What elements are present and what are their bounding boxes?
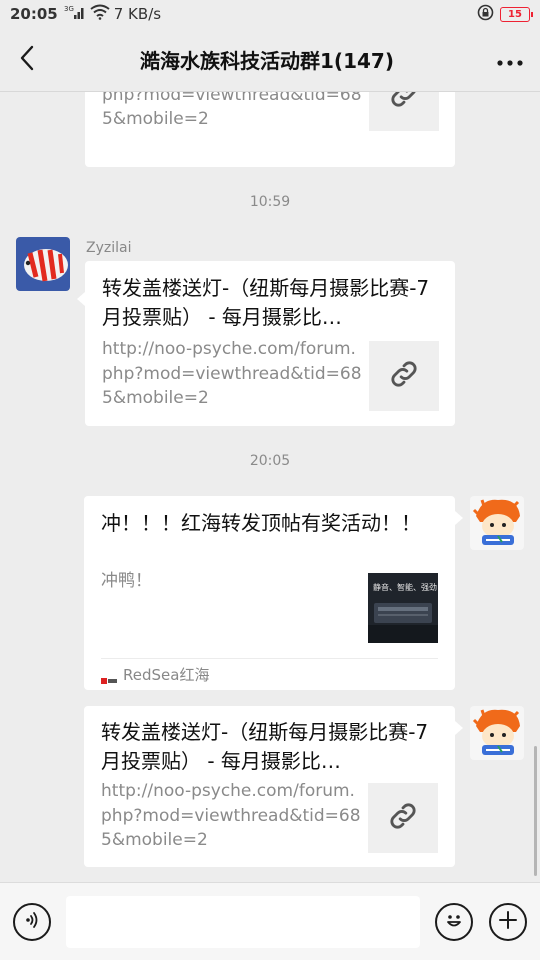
link-title: 转发盖楼送灯-（纽斯每月摄影比赛-7月投票贴） - 每月摄影比…	[102, 276, 430, 329]
link-card[interactable]: 转发盖楼送灯-（纽斯每月摄影比赛-7月投票贴） - 每月摄影比… http://…	[85, 261, 455, 426]
article-source: RedSea红海	[101, 658, 438, 690]
link-card[interactable]: http://noo-psyche.com/forum.php?mod=view…	[85, 92, 455, 167]
link-thumbnail	[368, 783, 438, 853]
signal-icon: 3G	[64, 4, 86, 24]
link-thumbnail	[369, 341, 439, 411]
link-url: http://noo-psyche.com/forum.php?mod=view…	[102, 339, 362, 408]
chevron-left-icon	[19, 45, 35, 75]
status-time: 20:05	[10, 5, 58, 23]
thumbnail-caption: 静音、智能、强劲	[373, 582, 437, 592]
bubble-tail	[455, 721, 463, 735]
article-card[interactable]: 冲！！！红海转发顶帖有奖活动！！ 冲鸭！ 静音、智能、强劲 RedSea红海	[84, 496, 455, 690]
more-button[interactable]	[480, 28, 540, 92]
svg-text:3G: 3G	[64, 5, 74, 13]
scrollbar[interactable]	[534, 746, 537, 876]
status-bar: 20:05 3G 7 KB/s 15	[0, 0, 540, 28]
battery-level: 15	[508, 8, 522, 20]
avatar[interactable]	[470, 706, 524, 760]
timestamp: 10:59	[249, 194, 291, 210]
link-url: http://noo-psyche.com/forum.php?mod=view…	[101, 781, 361, 850]
more-dots-icon	[497, 47, 523, 72]
back-button[interactable]	[0, 28, 54, 92]
plus-button[interactable]	[489, 903, 527, 941]
link-card[interactable]: 转发盖楼送灯-（纽斯每月摄影比赛-7月投票贴） - 每月摄影比… http://…	[84, 706, 455, 867]
article-desc: 冲鸭！	[101, 571, 152, 591]
message-input[interactable]	[66, 896, 420, 948]
timestamp: 20:05	[249, 453, 291, 469]
plus-icon	[497, 909, 519, 935]
link-icon	[387, 357, 421, 395]
chat-title: 澔海水族科技活动群1(147)	[140, 49, 394, 73]
link-title: 转发盖楼送灯-（纽斯每月摄影比赛-7月投票贴） - 每月摄影比…	[101, 720, 429, 773]
link-icon	[386, 799, 420, 837]
network-speed: 7 KB/s	[113, 5, 162, 23]
chat-header: 澔海水族科技活动群1(147)	[0, 28, 540, 92]
link-url: http://noo-psyche.com/forum.php?mod=view…	[102, 92, 362, 129]
sender-name: Zyzilai	[86, 240, 132, 256]
redsea-logo-icon	[101, 671, 117, 684]
battery-icon: 15	[500, 6, 533, 22]
wifi-icon	[90, 4, 110, 24]
article-title: 冲！！！红海转发顶帖有奖活动！！	[101, 511, 421, 535]
bubble-tail	[77, 292, 85, 306]
voice-button[interactable]	[13, 903, 51, 941]
bubble-tail	[455, 511, 463, 525]
link-thumbnail	[369, 92, 439, 131]
emoji-icon	[442, 908, 466, 936]
link-icon	[387, 92, 421, 115]
lock-rotation-icon	[477, 4, 494, 25]
input-bar	[0, 882, 540, 960]
avatar[interactable]	[470, 496, 524, 550]
article-source-label: RedSea红海	[123, 666, 210, 684]
article-thumbnail: 静音、智能、强劲	[368, 573, 438, 643]
chat-area[interactable]: http://noo-psyche.com/forum.php?mod=view…	[0, 92, 540, 882]
avatar[interactable]	[16, 237, 70, 291]
emoji-button[interactable]	[435, 903, 473, 941]
voice-icon	[22, 910, 42, 934]
